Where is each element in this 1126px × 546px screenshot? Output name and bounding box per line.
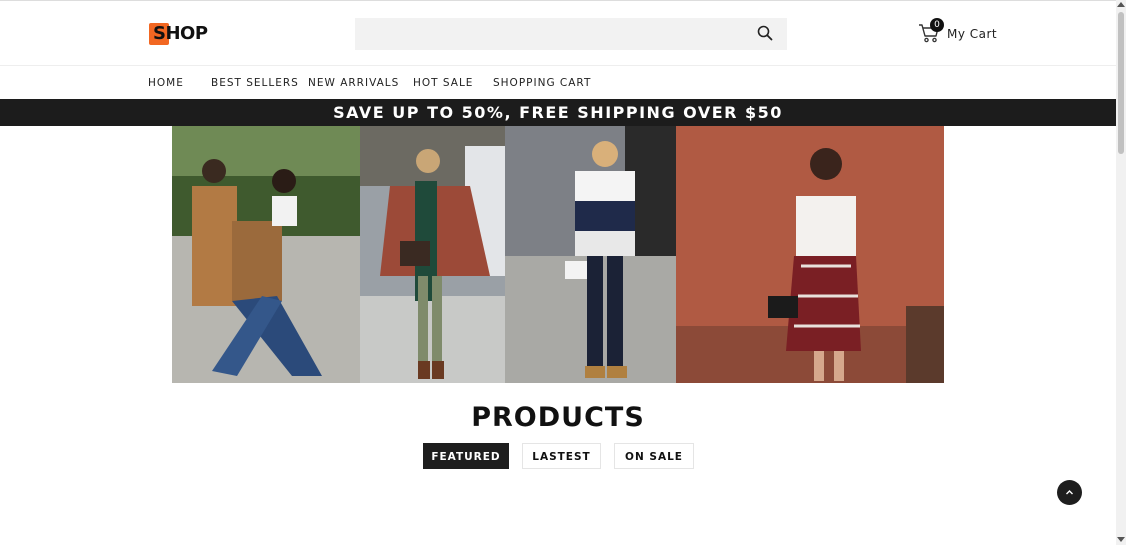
nav-shopping-cart[interactable]: SHOPPING CART xyxy=(493,77,591,89)
nav-new-arrivals[interactable]: NEW ARRIVALS xyxy=(308,77,399,89)
cart-count-badge: 0 xyxy=(930,18,944,32)
promo-text: SAVE UP TO 50%, FREE SHIPPING OVER $50 xyxy=(333,103,783,122)
banner-photo-4 xyxy=(676,126,944,383)
main-navigation: HOME BEST SELLERS NEW ARRIVALS HOT SALE … xyxy=(0,65,1116,100)
logo-text: SHOP xyxy=(153,23,208,44)
scroll-to-top-button[interactable] xyxy=(1057,480,1082,505)
nav-home[interactable]: HOME xyxy=(148,77,184,89)
nav-hot-sale[interactable]: HOT SALE xyxy=(413,77,473,89)
scrollbar-thumb[interactable] xyxy=(1118,12,1124,154)
shop-logo[interactable]: SHOP xyxy=(149,22,208,46)
search-input[interactable] xyxy=(355,18,787,50)
page-scrollbar[interactable] xyxy=(1116,0,1126,545)
banner-photo-3 xyxy=(505,126,676,383)
scroll-down-arrow-icon[interactable] xyxy=(1117,537,1125,542)
products-heading: PRODUCTS xyxy=(471,402,645,433)
banner-photo-2 xyxy=(360,126,505,383)
chevron-up-icon xyxy=(1066,490,1073,495)
hero-banner[interactable] xyxy=(172,126,944,383)
tab-on-sale[interactable]: ON SALE xyxy=(614,443,694,469)
tab-lastest[interactable]: LASTEST xyxy=(522,443,601,469)
banner-photo-1 xyxy=(172,126,360,383)
tab-featured[interactable]: FEATURED xyxy=(423,443,509,469)
search-icon[interactable] xyxy=(757,25,773,41)
page: SHOP 0 My Cart HOME BEST SELLERS NEW ARR… xyxy=(0,0,1116,546)
nav-best-sellers[interactable]: BEST SELLERS xyxy=(211,77,299,89)
site-header: SHOP 0 My Cart xyxy=(0,1,1116,65)
my-cart-link[interactable]: My Cart xyxy=(947,27,997,41)
promo-banner: SAVE UP TO 50%, FREE SHIPPING OVER $50 xyxy=(0,99,1116,126)
scroll-up-arrow-icon[interactable] xyxy=(1117,2,1125,7)
